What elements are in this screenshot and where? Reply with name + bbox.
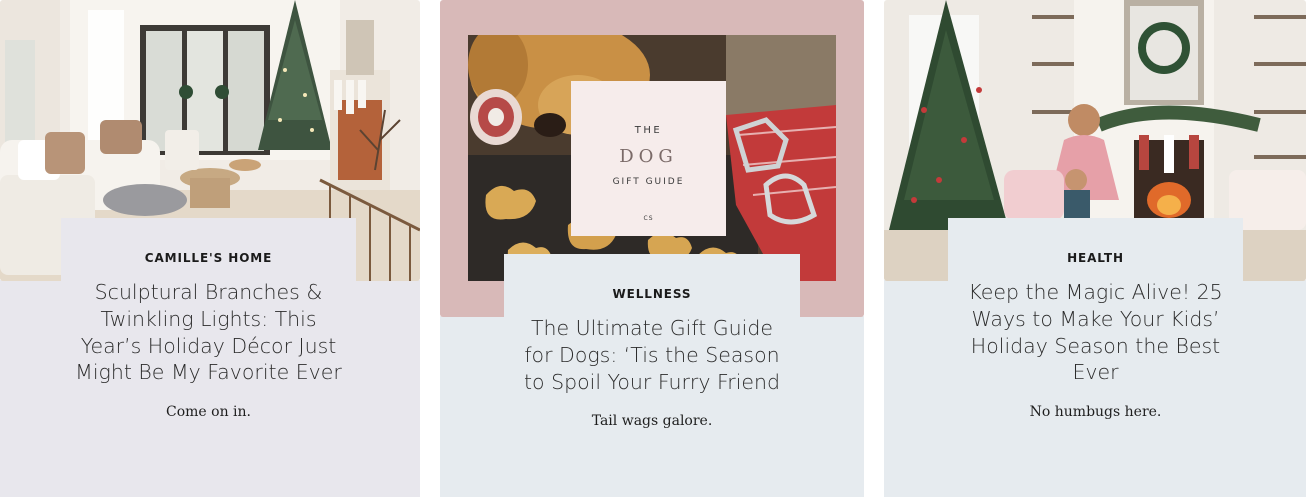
graphic-line-4: CS xyxy=(643,215,654,222)
card-textbox: WELLNESS The Ultimate Gift Guide for Dog… xyxy=(504,254,800,430)
graphic-line-2: DOG xyxy=(619,146,678,167)
article-title[interactable]: The Ultimate Gift Guide for Dogs: ‘Tis t… xyxy=(504,315,800,395)
dog-gift-guide-graphic: THE DOG GIFT GUIDE CS xyxy=(571,81,726,236)
category-label[interactable]: WELLNESS xyxy=(504,287,800,301)
article-title[interactable]: Keep the Magic Alive! 25 Ways to Make Yo… xyxy=(948,279,1243,386)
graphic-line-1: THE xyxy=(634,125,663,136)
article-card-camilles-home[interactable]: CAMILLE'S HOME Sculptural Branches & Twi… xyxy=(0,0,420,497)
graphic-line-3: GIFT GUIDE xyxy=(612,177,685,187)
article-tagline: Tail wags galore. xyxy=(591,413,713,430)
card-textbox: CAMILLE'S HOME Sculptural Branches & Twi… xyxy=(61,218,356,421)
article-card-wellness[interactable]: THE DOG GIFT GUIDE CS WELLNESS The Ultim… xyxy=(440,0,864,497)
article-tagline: No humbugs here. xyxy=(1029,404,1162,421)
article-title[interactable]: Sculptural Branches & Twinkling Lights: … xyxy=(61,279,356,386)
category-label[interactable]: HEALTH xyxy=(948,251,1243,265)
category-label[interactable]: CAMILLE'S HOME xyxy=(61,251,356,265)
card-textbox: HEALTH Keep the Magic Alive! 25 Ways to … xyxy=(948,218,1243,421)
article-card-health[interactable]: HEALTH Keep the Magic Alive! 25 Ways to … xyxy=(884,0,1306,497)
article-tagline: Come on in. xyxy=(166,404,251,421)
article-image-dog-gift-guide[interactable]: THE DOG GIFT GUIDE CS xyxy=(468,35,836,281)
